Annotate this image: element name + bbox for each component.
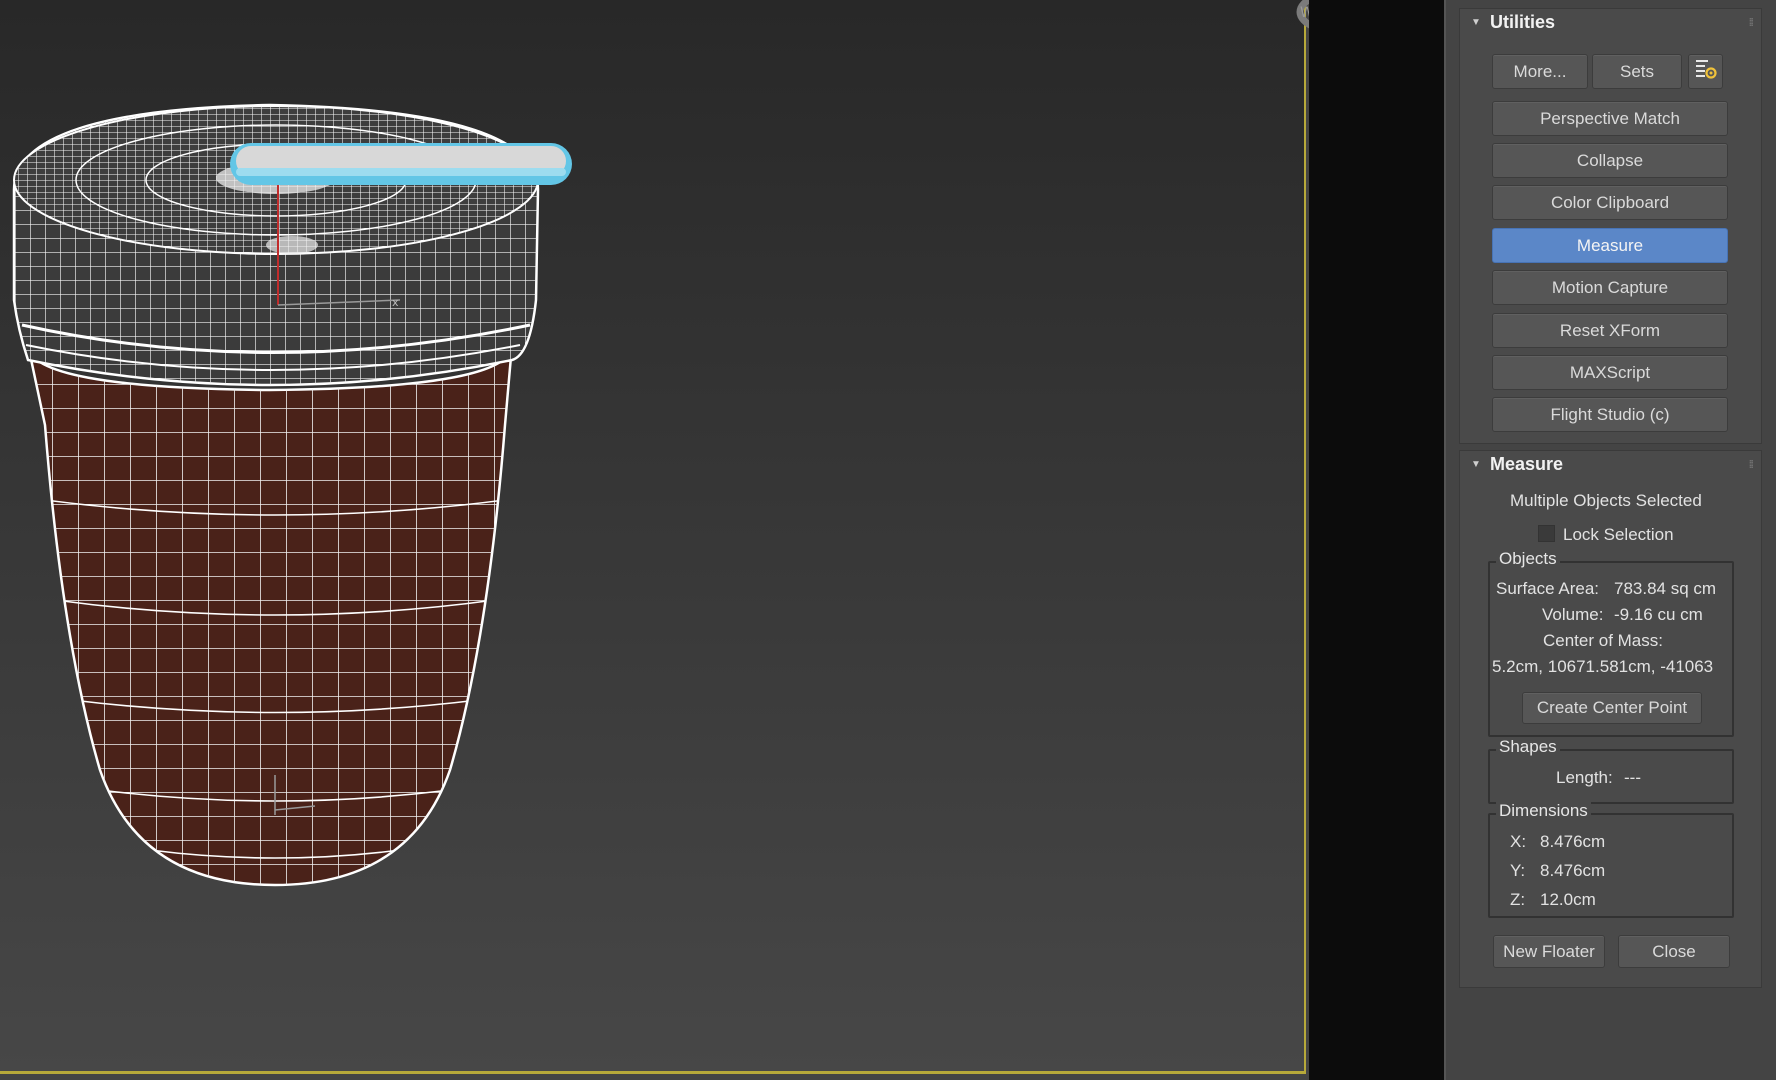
selected-handle-object[interactable] xyxy=(230,143,572,185)
command-panel: ▼ Utilities ⁞⁞ More... Sets Perspective … xyxy=(1446,0,1776,1080)
configure-button-sets-button[interactable] xyxy=(1688,54,1723,89)
objects-group-title: Objects xyxy=(1496,549,1560,569)
volume-label: Volume: xyxy=(1542,605,1604,624)
length-value: --- xyxy=(1624,768,1641,787)
new-floater-button[interactable]: New Floater xyxy=(1493,935,1605,968)
measure-rollout: ▼ Measure ⁞⁞ Multiple Objects Selected L… xyxy=(1459,450,1762,988)
dimensions-group: Dimensions X: 8.476cm Y: 8.476cm Z: 12.0… xyxy=(1488,801,1734,918)
length-label: Length: xyxy=(1556,768,1613,787)
collapse-button[interactable]: Collapse xyxy=(1492,143,1728,178)
motion-capture-button[interactable]: Motion Capture xyxy=(1492,270,1728,305)
collapse-triangle-icon[interactable]: ▼ xyxy=(1471,459,1483,470)
dimension-x-value: 8.476cm xyxy=(1540,832,1606,851)
lock-selection-checkbox[interactable] xyxy=(1538,525,1555,542)
more-button[interactable]: More... xyxy=(1492,54,1588,89)
viewport-side-strip xyxy=(1309,0,1444,1080)
collapse-triangle-icon[interactable]: ▼ xyxy=(1471,17,1483,28)
perspective-viewport[interactable]: x xyxy=(0,0,1306,1074)
shapes-group-title: Shapes xyxy=(1496,737,1560,757)
shapes-group: Shapes Length: --- xyxy=(1488,737,1734,804)
cup-body-mesh[interactable] xyxy=(0,330,560,900)
measure-rollout-header[interactable]: ▼ Measure ⁞⁞ xyxy=(1460,451,1761,477)
perspective-match-button[interactable]: Perspective Match xyxy=(1492,101,1728,136)
configure-button-sets-icon xyxy=(1694,57,1718,86)
svg-text:x: x xyxy=(392,296,399,309)
sets-button[interactable]: Sets xyxy=(1592,54,1682,89)
color-clipboard-button[interactable]: Color Clipboard xyxy=(1492,185,1728,220)
close-button[interactable]: Close xyxy=(1618,935,1730,968)
lock-selection-label[interactable]: Lock Selection xyxy=(1563,525,1674,545)
maxscript-button[interactable]: MAXScript xyxy=(1492,355,1728,390)
dimension-y-value: 8.476cm xyxy=(1540,861,1606,880)
flight-studio-button[interactable]: Flight Studio (c) xyxy=(1492,397,1728,432)
center-of-mass-value: 5.2cm, 10671.581cm, -41063 xyxy=(1492,657,1714,676)
measure-rollout-title: Measure xyxy=(1490,453,1564,474)
utilities-rollout-header[interactable]: ▼ Utilities ⁞⁞ xyxy=(1460,9,1761,35)
surface-area-value: 783.84 sq cm xyxy=(1614,579,1717,598)
create-center-point-button[interactable]: Create Center Point xyxy=(1522,692,1702,724)
measure-button[interactable]: Measure xyxy=(1492,228,1728,263)
utilities-rollout: ▼ Utilities ⁞⁞ More... Sets Perspective … xyxy=(1459,8,1762,444)
scene-render[interactable]: x xyxy=(0,0,1306,1074)
rollout-grip-icon[interactable]: ⁞⁞ xyxy=(1749,17,1755,29)
center-of-mass-label: Center of Mass: xyxy=(1543,631,1663,650)
selection-status-text: Multiple Objects Selected xyxy=(1510,491,1702,510)
objects-group: Objects Surface Area: 783.84 sq cm Volum… xyxy=(1488,549,1734,737)
reset-xform-button[interactable]: Reset XForm xyxy=(1492,313,1728,348)
dimension-z-value: 12.0cm xyxy=(1540,890,1596,909)
dimension-x-label: X: xyxy=(1510,832,1527,851)
dimension-z-label: Z: xyxy=(1510,890,1526,909)
surface-area-label: Surface Area: xyxy=(1496,579,1600,598)
dimensions-group-title: Dimensions xyxy=(1496,801,1591,821)
rollout-grip-icon[interactable]: ⁞⁞ xyxy=(1749,459,1755,471)
volume-value: -9.16 cu cm xyxy=(1614,605,1703,624)
dimension-y-label: Y: xyxy=(1510,861,1526,880)
utilities-rollout-title: Utilities xyxy=(1490,11,1556,32)
